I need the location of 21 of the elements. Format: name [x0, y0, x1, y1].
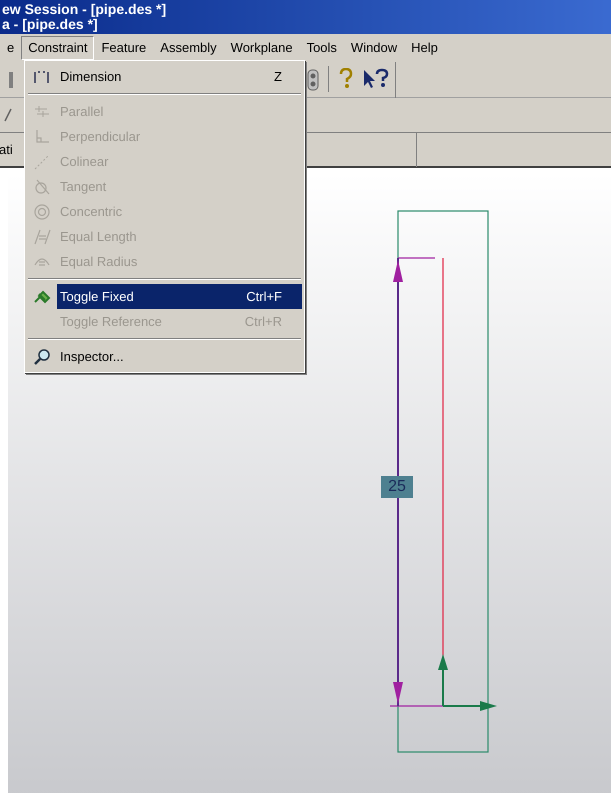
line-icon[interactable] [4, 108, 12, 122]
menu-item[interactable]: Constraint [21, 36, 94, 60]
search-icon [33, 348, 51, 366]
help-icon[interactable] [338, 68, 354, 90]
toolbar-handle-icon [9, 72, 13, 88]
window-title: ew Session - [pipe.des *] [2, 2, 168, 17]
menu-item[interactable]: Help [404, 36, 445, 60]
equal-length-icon [33, 228, 51, 246]
context-help-icon[interactable] [362, 68, 390, 90]
menu-item[interactable]: Assembly [153, 36, 224, 60]
concentric-icon [33, 202, 51, 220]
menu-item[interactable]: e [0, 36, 22, 60]
menu-item[interactable]: Workplane [224, 36, 300, 60]
menu-item[interactable]: Feature [94, 36, 154, 60]
menu-item[interactable]: Tools [300, 36, 344, 60]
menu-item[interactable]: Dimension Z [27, 64, 302, 89]
menu-item[interactable]: Toggle Fixed Ctrl+F [27, 284, 302, 309]
tangent-icon [33, 178, 51, 196]
window-title: a - [pipe.des *] [2, 17, 98, 32]
menu-item[interactable]: Inspector... [27, 344, 302, 369]
menu-item[interactable]: Window [344, 36, 404, 60]
